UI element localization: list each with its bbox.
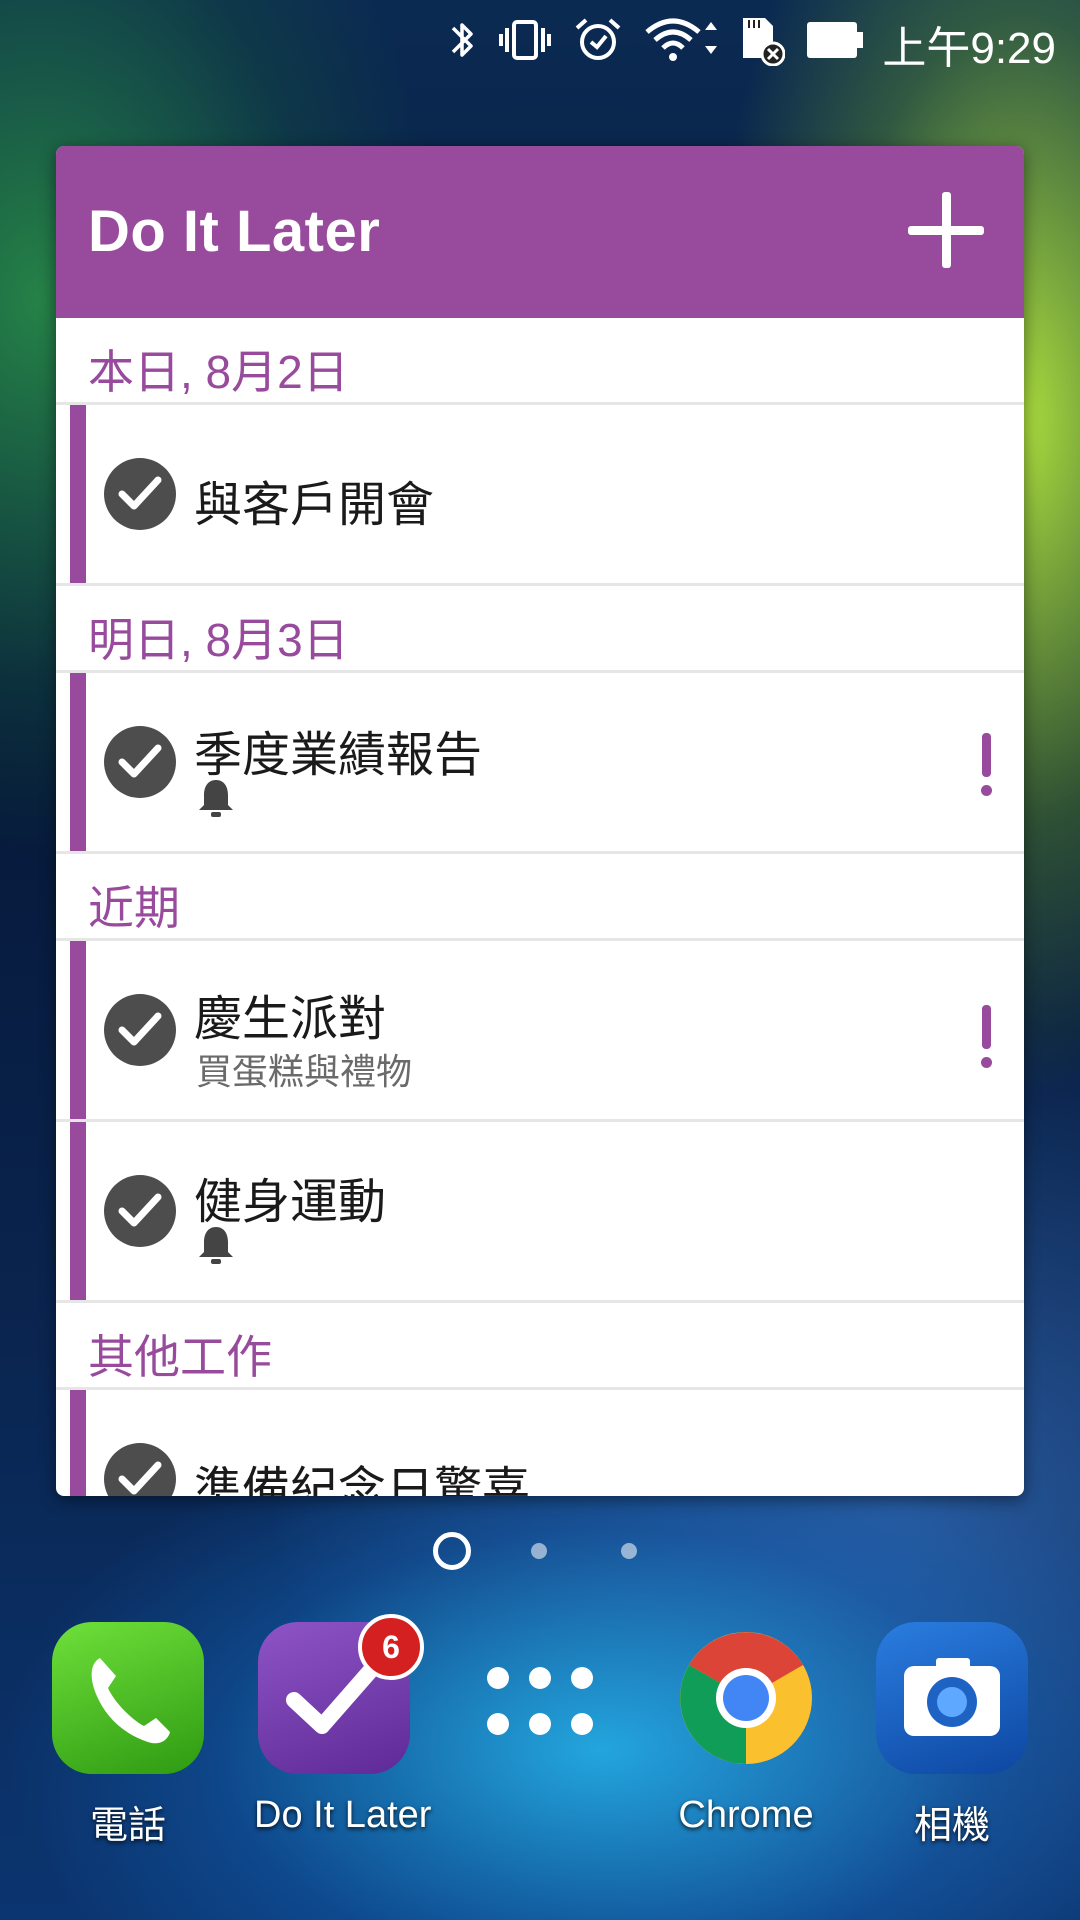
check-icon (118, 1461, 162, 1495)
dock-app-label: Do It Later (254, 1794, 432, 1836)
task-title: 準備紀念日驚喜 (194, 1464, 531, 1496)
sd-card-icon (743, 18, 785, 66)
task-color-bar (70, 1122, 86, 1300)
widget-title: Do It Later (88, 199, 381, 264)
app-drawer-icon (464, 1622, 616, 1774)
task-color-bar (70, 941, 86, 1119)
task-color-bar (70, 1390, 86, 1496)
task-title: 慶生派對 (194, 993, 387, 1046)
complete-checkbox[interactable] (104, 1443, 176, 1496)
reminder-bell-icon (199, 780, 233, 817)
dock-app-label: Chrome (678, 1794, 814, 1836)
check-icon (118, 476, 162, 510)
task-item[interactable]: 健身運動 (56, 1122, 1024, 1303)
status-bar: 上午9:29 (0, 0, 1080, 78)
camera-icon (876, 1622, 1028, 1774)
task-subtitle: 買蛋糕與禮物 (196, 1051, 413, 1092)
home-screen: { "status_bar": { "time": "上午9:29", "ico… (0, 0, 1080, 1920)
dock-app-label: 電話 (89, 1805, 166, 1847)
section-header-other: 其他工作 (56, 1303, 1024, 1390)
phone-icon (52, 1622, 204, 1774)
app-drawer-button[interactable] (460, 1622, 620, 1774)
task-title: 與客戶開會 (194, 479, 435, 532)
status-time: 上午9:29 (882, 24, 1056, 73)
wifi-icon (645, 18, 717, 61)
check-icon (118, 744, 162, 778)
task-title: 健身運動 (194, 1176, 387, 1229)
task-item[interactable]: 準備紀念日驚喜 (56, 1390, 1024, 1496)
complete-checkbox[interactable] (104, 726, 176, 798)
section-header-upcoming: 近期 (56, 854, 1024, 941)
add-task-button[interactable] (908, 192, 984, 268)
section-header-label: 本日, 8月2日 (88, 346, 349, 398)
reminder-bell-icon (199, 1227, 233, 1264)
do-it-later-icon: 6 (258, 1614, 424, 1774)
section-header-label: 其他工作 (88, 1331, 272, 1383)
page-indicator-current[interactable] (433, 1532, 471, 1570)
task-color-bar (70, 673, 86, 851)
alarm-icon (575, 18, 621, 60)
widget-header: Do It Later (56, 146, 1024, 318)
section-header-label: 近期 (88, 882, 180, 934)
chrome-icon (670, 1622, 822, 1774)
vibrate-icon (499, 20, 551, 60)
do-it-later-widget: Do It Later 本日, 8月2日 與客戶開會 明日, 8月3日 季度業績… (56, 146, 1024, 1496)
dock-app-phone[interactable]: 電話 (48, 1622, 208, 1849)
task-item[interactable]: 與客戶開會 (56, 405, 1024, 586)
section-header-label: 明日, 8月3日 (88, 614, 349, 666)
check-icon (118, 1193, 162, 1227)
dock-app-camera[interactable]: 相機 (872, 1622, 1032, 1849)
section-header-today: 本日, 8月2日 (56, 318, 1024, 405)
task-title: 季度業績報告 (194, 729, 483, 782)
complete-checkbox[interactable] (104, 1175, 176, 1247)
check-icon (118, 1012, 162, 1046)
task-item[interactable]: 季度業績報告 (56, 673, 1024, 854)
dock-app-label: 相機 (913, 1805, 990, 1847)
page-indicator-dot[interactable] (531, 1543, 547, 1559)
bluetooth-icon (451, 23, 473, 57)
battery-icon (807, 22, 863, 58)
page-indicator-dot[interactable] (621, 1543, 637, 1559)
dock-app-do-it-later[interactable]: 6 Do It Later (254, 1614, 432, 1837)
section-header-tomorrow: 明日, 8月3日 (56, 586, 1024, 673)
complete-checkbox[interactable] (104, 458, 176, 530)
notification-badge: 6 (358, 1614, 424, 1680)
task-color-bar (70, 405, 86, 583)
complete-checkbox[interactable] (104, 994, 176, 1066)
task-item[interactable]: 慶生派對 買蛋糕與禮物 (56, 941, 1024, 1122)
dock-app-chrome[interactable]: Chrome (666, 1622, 826, 1837)
